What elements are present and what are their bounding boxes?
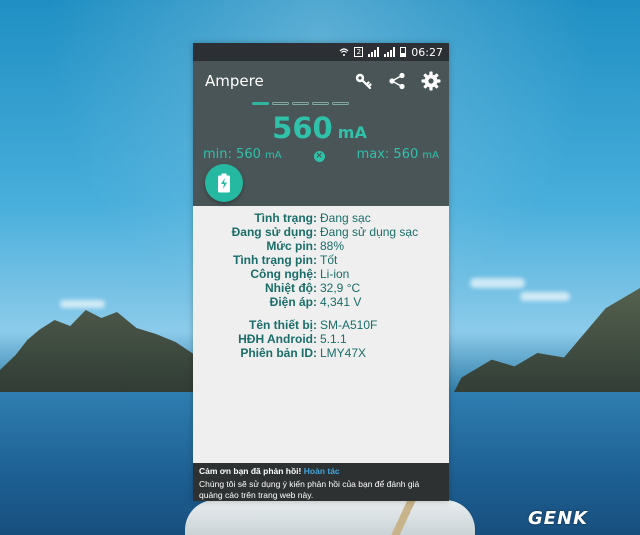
page-indicator — [193, 102, 449, 105]
app-title: Ampere — [205, 72, 264, 90]
signal-icon-2 — [384, 47, 396, 57]
status-time: 06:27 — [411, 45, 443, 59]
max-unit: mA — [422, 150, 439, 161]
min-unit: mA — [265, 150, 282, 161]
max-reading: max: 560 mA — [357, 147, 439, 162]
sim-icon: 2 — [354, 47, 364, 57]
page-dot[interactable] — [271, 102, 289, 105]
watermark-logo: GENK — [528, 508, 589, 529]
cloud — [470, 278, 525, 288]
battery-info-list: Tình trạng: Đang sạc Đang sử dụng: Đang sử… — [193, 211, 449, 360]
boat-bow — [185, 500, 475, 535]
snackbar-undo-link[interactable]: Hoàn tác — [304, 466, 340, 476]
info-row-build: Phiên bản ID: LMY47X — [240, 346, 367, 360]
key-icon[interactable] — [353, 71, 373, 91]
app-bar: Ampere — [193, 61, 449, 101]
cloud — [60, 300, 105, 308]
max-value: 560 — [393, 147, 419, 162]
current-reading: 560 mA — [193, 111, 449, 145]
cloud — [520, 292, 570, 301]
snackbar-body: Chúng tôi sẽ sử dụng ý kiến phản hồi của… — [199, 479, 420, 500]
info-row-voltage: Điện áp: 4,341 V — [269, 295, 362, 309]
info-row-in-use: Đang sử dụng: Đang sử dụng sạc — [231, 225, 419, 239]
wifi-icon — [339, 47, 349, 57]
min-reading: min: 560 mA — [203, 147, 282, 162]
info-row-health: Tình trạng pin: Tốt — [233, 253, 338, 267]
max-label: max: — [356, 147, 390, 162]
battery-status-icon — [400, 47, 407, 57]
app-bar-actions — [353, 71, 449, 91]
status-bar: 2 06:27 — [193, 43, 449, 61]
info-row-technology: Công nghệ: Li-ion — [250, 267, 350, 281]
info-row-temperature: Nhiệt độ: 32,9 °C — [265, 281, 361, 295]
min-value: 560 — [236, 147, 261, 162]
info-row-android: HĐH Android: 5.1.1 — [238, 332, 347, 346]
min-max-row: min: 560 mA × max: 560 mA — [193, 147, 449, 162]
page-dot[interactable] — [291, 102, 309, 105]
signal-icon — [368, 47, 380, 57]
battery-charging-icon — [218, 173, 230, 193]
current-unit: mA — [337, 123, 367, 142]
info-row-status: Tình trạng: Đang sạc — [254, 211, 371, 225]
page-dot[interactable] — [331, 102, 349, 105]
snackbar-title: Cảm ơn bạn đã phản hồi! — [199, 466, 302, 476]
boat-rope — [385, 500, 425, 535]
settings-gear-icon[interactable] — [421, 71, 441, 91]
page-dot[interactable] — [311, 102, 329, 105]
battery-charging-fab[interactable] — [205, 164, 243, 202]
feedback-snackbar: Cảm ơn bạn đã phản hồi! Hoàn tác Chúng t… — [193, 463, 449, 501]
page-dot[interactable] — [251, 102, 269, 105]
min-label: min: — [203, 147, 232, 162]
snackbar-title-row: Cảm ơn bạn đã phản hồi! Hoàn tác — [199, 466, 443, 476]
phone-screen: 2 06:27 Ampere 560 mA min: 560 mA × max:… — [193, 43, 449, 501]
current-value: 560 — [272, 111, 333, 145]
reset-minmax-button[interactable]: × — [313, 151, 325, 162]
info-row-level: Mức pin: 88% — [266, 239, 345, 253]
info-row-device: Tên thiết bị: SM-A510F — [249, 318, 378, 332]
share-icon[interactable] — [387, 71, 407, 91]
